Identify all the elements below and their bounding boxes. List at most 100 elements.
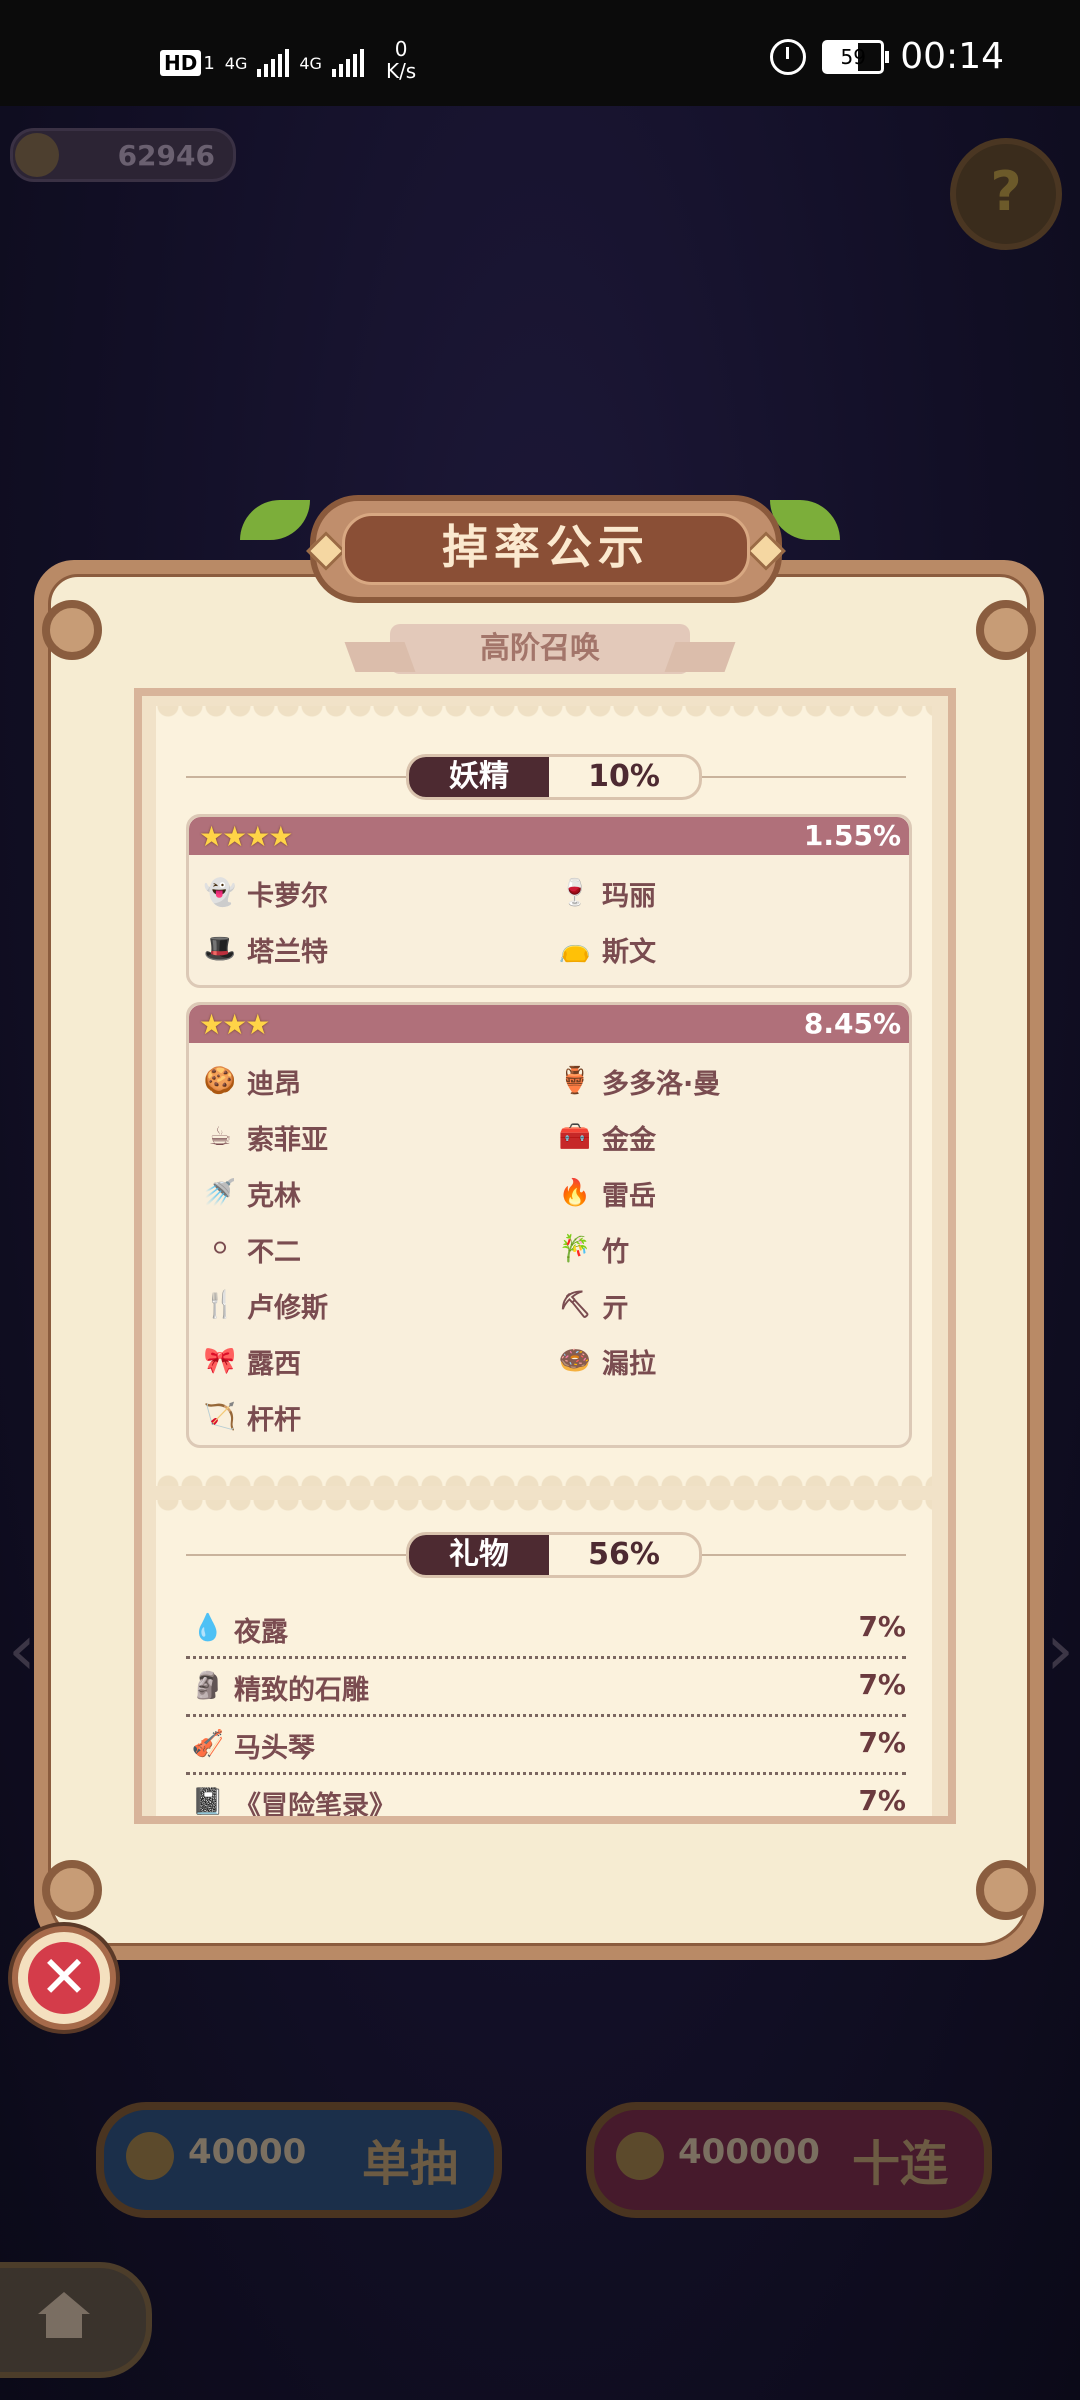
battery-icon: 59 xyxy=(822,39,890,74)
leaf-icon xyxy=(240,500,310,540)
tier-4-star: ★★★★ 1.55% 👻 卡萝尔 🍷 玛丽 🎩 塔兰特 👝 斯文 xyxy=(186,814,912,988)
network-type-2: 4G xyxy=(299,53,322,73)
star-rating-icon: ★★★ xyxy=(199,1008,270,1041)
fork-icon: 🍴 xyxy=(203,1290,237,1320)
status-right: 59 00:14 xyxy=(770,36,1004,77)
category-pill: 礼物 56% xyxy=(406,1532,702,1578)
gift-name: 精致的石雕 xyxy=(234,1675,369,1706)
signal-icon xyxy=(331,49,364,77)
coin-icon xyxy=(15,133,59,177)
fairy-item[interactable]: 👻 卡萝尔 xyxy=(199,865,554,921)
item-name: 迪昂 xyxy=(247,1068,301,1100)
gift-row[interactable]: 📓 《冒险笔录》 7% xyxy=(186,1774,906,1816)
fairy-item[interactable]: 🧰 金金 xyxy=(554,1109,909,1165)
coin-balance[interactable]: 62946 xyxy=(10,128,236,182)
fairy-item[interactable]: 👝 斯文 xyxy=(554,921,909,977)
fiddle-icon: 🎻 xyxy=(191,1729,225,1759)
item-name: 雷岳 xyxy=(602,1180,656,1212)
fairy-item[interactable]: ☕ 索菲亚 xyxy=(199,1109,554,1165)
network-speed-value: 0 xyxy=(394,37,408,61)
fairy-item[interactable]: 🏺 多多洛·曼 xyxy=(554,1053,909,1109)
gem-icon xyxy=(306,531,346,571)
fairy-item[interactable]: 🎩 塔兰特 xyxy=(199,921,554,977)
tier-header: ★★★ 8.45% xyxy=(189,1005,909,1043)
fairy-item[interactable]: 🍪 迪昂 xyxy=(199,1053,554,1109)
star-rating-icon: ★★★★ xyxy=(199,820,293,853)
statue-icon: 🗿 xyxy=(191,1671,225,1701)
gem-icon xyxy=(746,531,786,571)
gift-section-header: 礼物 56% xyxy=(186,1532,906,1578)
ghost-icon: 👻 xyxy=(203,878,237,908)
shovel-icon: ⛏ xyxy=(558,1290,592,1320)
tier-rate: 1.55% xyxy=(803,819,901,852)
help-button[interactable]: ? xyxy=(950,138,1062,250)
ten-draw-button[interactable]: 400000 十连 xyxy=(586,2102,992,2218)
fairy-item[interactable]: 🍩 漏拉 xyxy=(554,1333,909,1389)
fairy-item[interactable]: 🚿 克林 xyxy=(199,1165,554,1221)
chest-icon: 🧰 xyxy=(558,1122,592,1152)
item-name: 卢修斯 xyxy=(247,1292,328,1324)
gift-row[interactable]: 💧 夜露 7% xyxy=(186,1600,906,1659)
fairy-item[interactable]: 🔥 雷岳 xyxy=(554,1165,909,1221)
close-button[interactable]: ✕ xyxy=(12,1926,116,2030)
panel-title: 掉率公示 xyxy=(342,513,750,585)
network-type-1: 4G xyxy=(224,53,248,73)
item-name: 多多洛·曼 xyxy=(602,1068,721,1100)
item-name: 卡萝尔 xyxy=(247,880,328,912)
single-draw-button[interactable]: 40000 单抽 xyxy=(96,2102,502,2218)
title-plate: 掉率公示 xyxy=(306,495,786,603)
home-icon xyxy=(38,2292,90,2338)
scallop-border xyxy=(156,1500,932,1522)
network-speed: 0 K/s xyxy=(386,38,416,82)
corner-ornament-icon xyxy=(42,600,102,660)
fairy-item[interactable]: ⚪ 不二 xyxy=(199,1221,554,1277)
ten-draw-cost: 400000 xyxy=(678,2132,820,2172)
network-speed-unit: K/s xyxy=(385,59,417,83)
gift-row[interactable]: 🎻 马头琴 7% xyxy=(186,1716,906,1775)
tier-rate: 8.45% xyxy=(803,1007,901,1040)
tier-item-grid: 🍪 迪昂 🏺 多多洛·曼 ☕ 索菲亚 🧰 金金 🚿 克林 🔥 雷岳 ⚪ 不二 🎋 竹 🍴 卢修斯 … xyxy=(189,1043,909,1445)
snowball-icon: ⚪ xyxy=(209,1234,231,1264)
fairy-item[interactable]: 🎋 竹 xyxy=(554,1221,909,1277)
fairy-section-header: 妖精 10% xyxy=(186,754,906,800)
gift-row[interactable]: 🗿 精致的石雕 7% xyxy=(186,1658,906,1717)
scallop-border xyxy=(156,1464,932,1486)
donut-icon: 🍩 xyxy=(558,1346,592,1376)
fairy-item[interactable]: 🍴 卢修斯 xyxy=(199,1277,554,1333)
gift-card: 礼物 56% 💧 夜露 7% 🗿 精致的石雕 7% 🎻 马头琴 7% 📓 《冒险… xyxy=(156,1500,932,1816)
hd-badge: HD xyxy=(160,50,202,76)
item-name: 露西 xyxy=(247,1348,301,1380)
item-name: 斯文 xyxy=(602,936,656,968)
corner-ornament-icon xyxy=(976,600,1036,660)
witch-hat-icon: 🎩 xyxy=(203,934,237,964)
gift-rate: 7% xyxy=(858,1668,906,1701)
next-arrow-icon[interactable]: › xyxy=(1040,1610,1080,1690)
item-name: 金金 xyxy=(602,1124,656,1156)
fairy-item[interactable]: 🎀 露西 xyxy=(199,1333,554,1389)
tier-header: ★★★★ 1.55% xyxy=(189,817,909,855)
item-name: 不二 xyxy=(247,1236,301,1268)
fairy-item[interactable]: ⛏ 亓 xyxy=(554,1277,909,1333)
category-rate: 56% xyxy=(588,1537,660,1572)
drop-rate-scroll-area[interactable]: 妖精 10% ★★★★ 1.55% 👻 卡萝尔 🍷 玛丽 🎩 塔兰特 👝 斯文 ★★★ … xyxy=(134,688,956,1824)
item-name: 竹 xyxy=(602,1236,629,1268)
sim-index: 1 xyxy=(203,52,215,74)
coin-icon xyxy=(616,2132,664,2180)
tier-item-grid: 👻 卡萝尔 🍷 玛丽 🎩 塔兰特 👝 斯文 xyxy=(189,855,909,977)
gift-name: 夜露 xyxy=(234,1617,288,1648)
item-name: 索菲亚 xyxy=(247,1124,328,1156)
signal-icon xyxy=(257,49,290,77)
bow-icon: 🎀 xyxy=(203,1346,237,1376)
category-pill: 妖精 10% xyxy=(406,754,702,800)
fairy-item[interactable]: 🍷 玛丽 xyxy=(554,865,909,921)
corner-ornament-icon xyxy=(976,1860,1036,1920)
category-name: 礼物 xyxy=(409,1535,549,1575)
fairy-item[interactable]: 🏹 杆杆 xyxy=(199,1389,554,1445)
gift-name: 马头琴 xyxy=(234,1733,315,1764)
scallop-border xyxy=(156,706,932,728)
category-rate: 10% xyxy=(588,759,660,794)
coin-icon xyxy=(126,2132,174,2180)
ten-draw-label: 十连 xyxy=(851,2136,948,2192)
clock: 00:14 xyxy=(900,36,1004,77)
home-button[interactable] xyxy=(0,2262,152,2378)
